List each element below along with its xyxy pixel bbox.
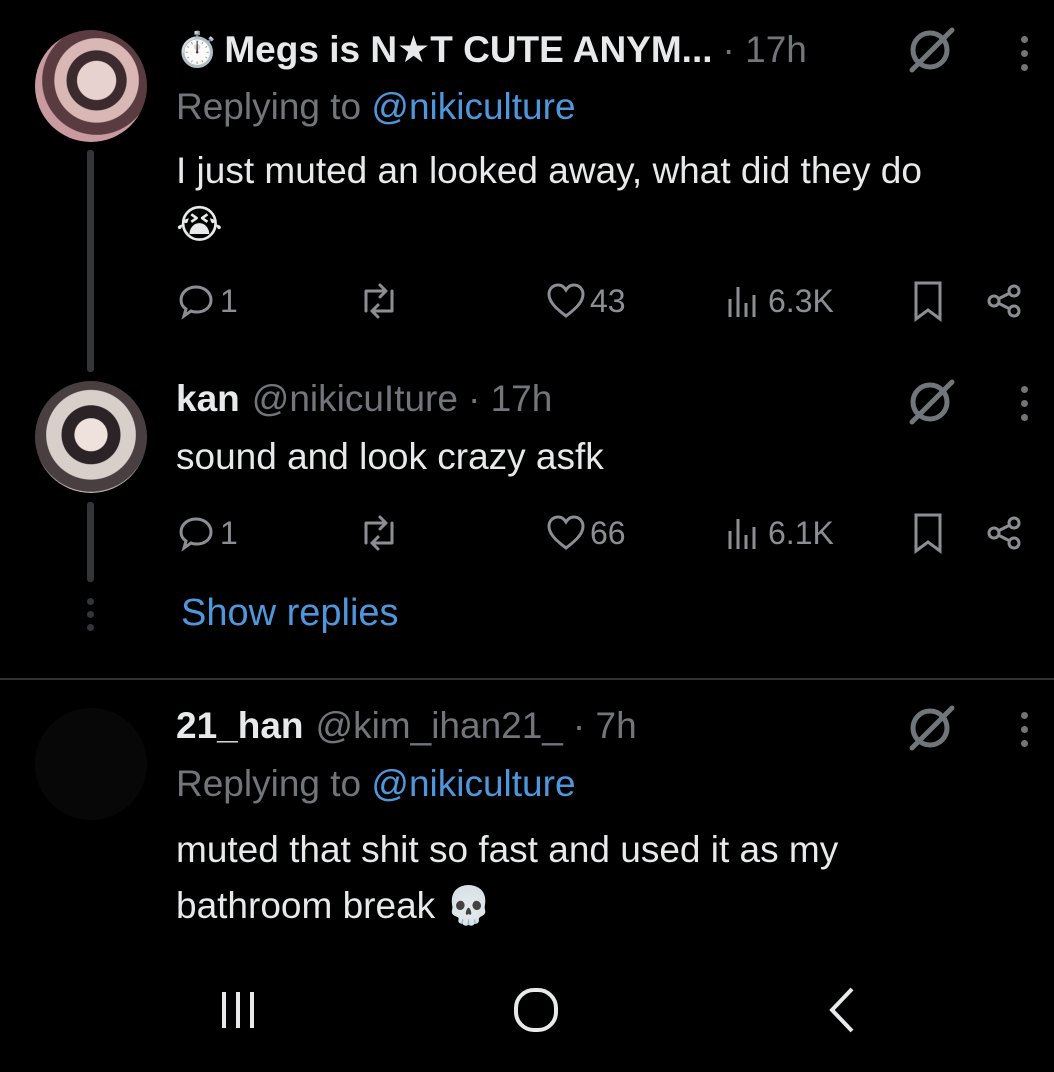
views-button[interactable]: 6.3K: [724, 276, 834, 326]
divider: [0, 678, 1054, 680]
tweet-thread-page: ⏱️ Megs is N★T CUTE ANYM... · 17h Replyi…: [0, 0, 1054, 1072]
replying-to: Replying to @nikiculture: [176, 763, 576, 805]
replying-handle-link[interactable]: @nikiculture: [371, 86, 575, 127]
heart-icon: [547, 283, 585, 318]
retweet-button[interactable]: [356, 508, 402, 558]
replying-label: Replying to: [176, 763, 362, 804]
skull-emoji: 💀: [445, 885, 492, 926]
replying-to: Replying to @nikiculture: [176, 86, 576, 128]
handle[interactable]: @nikicuIture: [252, 377, 458, 421]
tweet-text: I just muted an looked away, what did th…: [176, 150, 922, 191]
thread-line: [87, 150, 94, 372]
home-button[interactable]: [506, 980, 566, 1040]
replying-handle-link[interactable]: @nikiculture: [371, 763, 575, 804]
reply-button[interactable]: 1: [176, 508, 238, 558]
reply-icon: [179, 517, 213, 552]
retweet-icon: [364, 283, 394, 319]
grok-icon[interactable]: [904, 374, 958, 428]
tweet-text-line2-text: bathroom break: [176, 885, 436, 926]
like-button[interactable]: 43: [546, 276, 626, 326]
share-button[interactable]: [984, 508, 1024, 558]
home-icon: [514, 988, 558, 1032]
display-name[interactable]: 21_han: [176, 704, 304, 748]
more-icon[interactable]: [1016, 36, 1032, 71]
reply-button[interactable]: 1: [176, 276, 238, 326]
views-button[interactable]: 6.1K: [724, 508, 834, 558]
show-replies-link[interactable]: Show replies: [181, 592, 399, 635]
share-button[interactable]: [984, 276, 1024, 326]
tweet-header: ⏱️ Megs is N★T CUTE ANYM... · 17h: [176, 28, 807, 72]
recents-button[interactable]: [208, 980, 268, 1040]
bookmark-icon: [914, 281, 942, 322]
back-button[interactable]: [812, 980, 872, 1040]
heart-icon: [547, 515, 585, 550]
reply-icon: [179, 285, 213, 320]
handle[interactable]: @kim_ihan21_: [316, 704, 563, 748]
thread-line: [87, 502, 94, 582]
replying-label: Replying to: [176, 86, 362, 127]
tweet-header: kan @nikicuIture · 17h: [176, 377, 552, 421]
reply-count: 1: [220, 282, 238, 319]
share-icon: [987, 284, 1021, 318]
avatar[interactable]: [35, 708, 147, 820]
bookmark-button[interactable]: [908, 508, 948, 558]
tweet-time[interactable]: · 17h: [468, 377, 552, 421]
bookmark-button[interactable]: [908, 276, 948, 326]
views-count: 6.3K: [768, 282, 834, 319]
stopwatch-emoji: ⏱️: [176, 31, 219, 69]
back-icon: [829, 987, 854, 1033]
tweet-actions: 1 66 6.1K: [176, 508, 1036, 558]
display-name-text[interactable]: Megs is N★T CUTE ANYM...: [224, 29, 712, 70]
tweet-text: sound and look crazy asfk: [176, 436, 604, 477]
views-icon: [728, 287, 756, 317]
crying-emoji: 😭: [176, 203, 223, 247]
tweet-text-line2: bathroom break 💀: [176, 878, 492, 933]
grok-icon[interactable]: [904, 22, 958, 76]
retweet-button[interactable]: [356, 276, 402, 326]
reply-count: 1: [220, 514, 238, 551]
tweet-time[interactable]: · 17h: [723, 28, 807, 72]
bookmark-icon: [914, 513, 942, 554]
retweet-icon: [364, 515, 394, 551]
like-count: 66: [590, 514, 626, 551]
system-navbar: [0, 960, 1054, 1060]
share-icon: [987, 516, 1021, 550]
avatar[interactable]: [35, 381, 147, 493]
recents-icon: [222, 992, 254, 1028]
views-icon: [728, 519, 756, 549]
avatar[interactable]: [35, 30, 147, 142]
display-name[interactable]: kan: [176, 377, 240, 421]
more-icon[interactable]: [1016, 712, 1032, 747]
like-button[interactable]: 66: [546, 508, 626, 558]
display-name[interactable]: Megs is N★T CUTE ANYM...: [224, 28, 712, 72]
tweet-actions: 1 43 6.3K: [176, 276, 1036, 326]
like-count: 43: [590, 282, 626, 319]
tweet-time[interactable]: · 7h: [573, 704, 637, 748]
tweet-text-line1: muted that shit so fast and used it as m…: [176, 829, 839, 870]
views-count: 6.1K: [768, 514, 834, 551]
more-icon[interactable]: [1016, 386, 1032, 421]
tweet-header: 21_han @kim_ihan21_ · 7h: [176, 704, 637, 748]
thread-more-dots[interactable]: [84, 598, 96, 631]
grok-icon[interactable]: [904, 700, 958, 754]
